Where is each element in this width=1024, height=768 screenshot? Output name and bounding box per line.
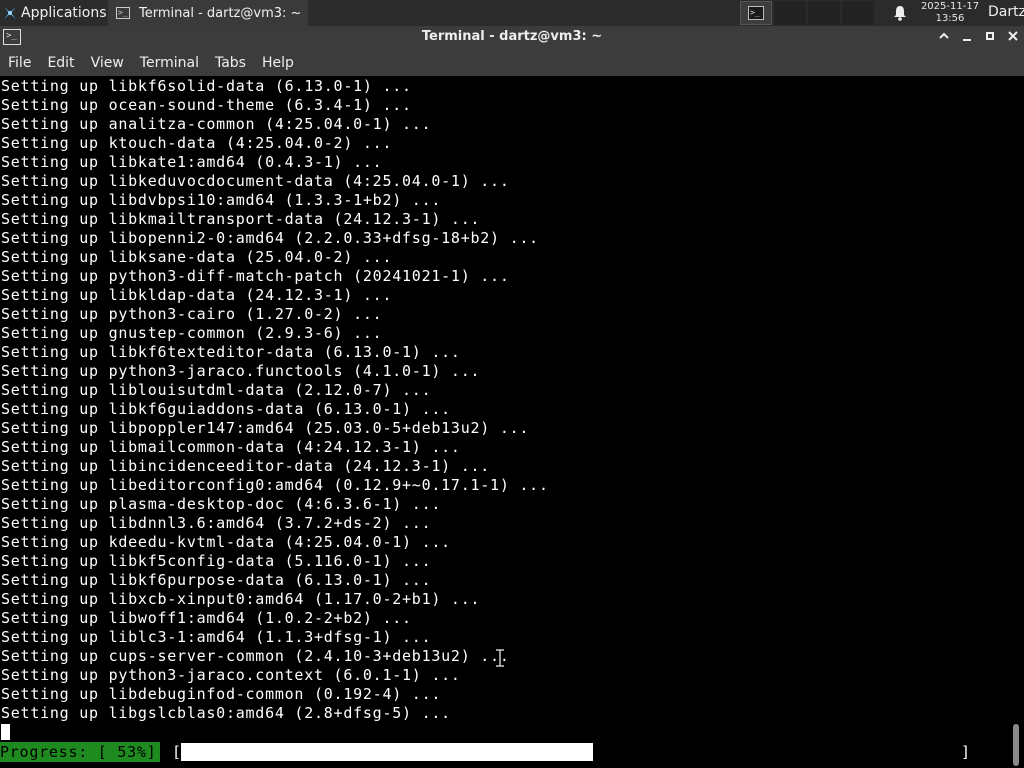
terminal-line: Setting up gnustep-common (2.9.3-6) ... xyxy=(1,324,383,342)
terminal-line: Setting up python3-cairo (1.27.0-2) ... xyxy=(1,305,383,323)
menu-terminal[interactable]: Terminal xyxy=(132,55,207,71)
minimize-icon[interactable] xyxy=(957,28,977,48)
progress-open-bracket: [ xyxy=(172,743,182,761)
clock-date: 2025-11-17 xyxy=(920,1,980,12)
terminal-icon: >_ xyxy=(748,6,764,20)
terminal-line: Setting up ocean-sound-theme (6.3.4-1) .… xyxy=(1,96,412,114)
maximize-icon[interactable] xyxy=(980,28,1000,48)
terminal-line: Setting up libkate1:amd64 (0.4.3-1) ... xyxy=(1,153,383,171)
menu-file[interactable]: File xyxy=(0,55,39,71)
terminal-line: Setting up libgslcblas0:amd64 (2.8+dfsg-… xyxy=(1,704,451,722)
menu-help[interactable]: Help xyxy=(254,55,302,71)
terminal-line: Setting up python3-diff-match-patch (202… xyxy=(1,267,510,285)
close-icon[interactable] xyxy=(1003,28,1023,48)
applications-label: Applications xyxy=(21,5,107,21)
chevron-up-icon[interactable] xyxy=(934,28,954,48)
top-panel: Applications >_ Terminal - dartz@vm3: ~ … xyxy=(0,0,1024,26)
applications-icon xyxy=(2,5,18,21)
terminal-line: Setting up libdebuginfod-common (0.192-4… xyxy=(1,685,442,703)
terminal-lines: Setting up libkf6solid-data (6.13.0-1) .… xyxy=(1,77,549,723)
terminal-line: Setting up libkeduvocdocument-data (4:25… xyxy=(1,172,510,190)
terminal-line: Setting up libeditorconfig0:amd64 (0.12.… xyxy=(1,476,549,494)
terminal-line: Setting up libkmailtransport-data (24.12… xyxy=(1,210,481,228)
progress-bar-fill xyxy=(181,743,593,761)
terminal-line: Setting up libkf6guiaddons-data (6.13.0-… xyxy=(1,400,451,418)
terminal-line: Setting up libdvbpsi10:amd64 (1.3.3-1+b2… xyxy=(1,191,442,209)
taskbar-terminal-button[interactable]: >_ Terminal - dartz@vm3: ~ xyxy=(108,0,308,26)
terminal-line: Setting up libkldap-data (24.12.3-1) ... xyxy=(1,286,393,304)
clock-time: 13:56 xyxy=(935,13,965,24)
terminal-line: Setting up analitza-common (4:25.04.0-1)… xyxy=(1,115,432,133)
terminal-line: Setting up libpoppler147:amd64 (25.03.0-… xyxy=(1,419,530,437)
workspace-switcher: >_ xyxy=(740,1,876,25)
workspace-3[interactable] xyxy=(808,1,840,25)
terminal-line: Setting up plasma-desktop-doc (4:6.3.6-1… xyxy=(1,495,442,513)
terminal-icon: >_ xyxy=(116,7,130,19)
menu-edit[interactable]: Edit xyxy=(39,55,82,71)
terminal-line: Setting up libwoff1:amd64 (1.0.2-2+b2) .… xyxy=(1,609,412,627)
terminal-line: Setting up liblc3-1:amd64 (1.1.3+dfsg-1)… xyxy=(1,628,432,646)
taskbar-terminal-label: Terminal - dartz@vm3: ~ xyxy=(139,5,302,21)
terminal-line: Setting up python3-jaraco.functools (4.1… xyxy=(1,362,481,380)
terminal-cursor xyxy=(1,724,10,740)
bell-icon[interactable] xyxy=(893,5,907,21)
scrollbar-thumb[interactable] xyxy=(1013,724,1019,766)
menu-bar: File Edit View Terminal Tabs Help xyxy=(0,50,1024,76)
applications-menu-button[interactable]: Applications xyxy=(2,3,107,23)
panel-clock[interactable]: 2025-11-17 13:56 xyxy=(918,1,982,25)
terminal-line: Setting up libxcb-xinput0:amd64 (1.17.0-… xyxy=(1,590,481,608)
terminal-line: Setting up libkf6solid-data (6.13.0-1) .… xyxy=(1,77,412,95)
terminal-line: Setting up libopenni2-0:amd64 (2.2.0.33+… xyxy=(1,229,539,247)
progress-row: Progress: [ 53%] [ ] xyxy=(0,742,1008,762)
terminal-scrollbar[interactable] xyxy=(1008,76,1024,768)
workspace-4[interactable] xyxy=(842,1,874,25)
window-title: Terminal - dartz@vm3: ~ xyxy=(421,29,603,44)
terminal-line: Setting up kdeedu-kvtml-data (4:25.04.0-… xyxy=(1,533,451,551)
terminal-line: Setting up libkf6purpose-data (6.13.0-1)… xyxy=(1,571,432,589)
terminal-line: Setting up liblouisutdml-data (2.12.0-7)… xyxy=(1,381,432,399)
menu-view[interactable]: View xyxy=(83,55,132,71)
terminal-line: Setting up python3-jaraco.context (6.0.1… xyxy=(1,666,461,684)
workspace-1[interactable]: >_ xyxy=(740,1,772,25)
text-cursor-icon xyxy=(495,649,505,667)
terminal-line: Setting up libksane-data (25.04.0-2) ... xyxy=(1,248,393,266)
progress-label: Progress: [ 53%] xyxy=(0,742,160,762)
terminal-line: Setting up libmailcommon-data (4:24.12.3… xyxy=(1,438,461,456)
progress-close-bracket: ] xyxy=(961,743,971,761)
terminal-line: Setting up libkf5config-data (5.116.0-1)… xyxy=(1,552,432,570)
terminal-line: Setting up libkf6texteditor-data (6.13.0… xyxy=(1,343,461,361)
workspace-2[interactable] xyxy=(774,1,806,25)
terminal-line: Setting up libincidenceeditor-data (24.1… xyxy=(1,457,491,475)
terminal-line: Setting up libdnnl3.6:amd64 (3.7.2+ds-2)… xyxy=(1,514,432,532)
menu-tabs[interactable]: Tabs xyxy=(207,55,254,71)
terminal-output[interactable]: Setting up libkf6solid-data (6.13.0-1) .… xyxy=(0,76,1008,768)
terminal-line: Setting up ktouch-data (4:25.04.0-2) ... xyxy=(1,134,393,152)
terminal-line: Setting up cups-server-common (2.4.10-3+… xyxy=(1,647,510,665)
user-menu[interactable]: Dartz xyxy=(988,4,1024,20)
window-titlebar[interactable]: >_ Terminal - dartz@vm3: ~ xyxy=(0,26,1024,50)
